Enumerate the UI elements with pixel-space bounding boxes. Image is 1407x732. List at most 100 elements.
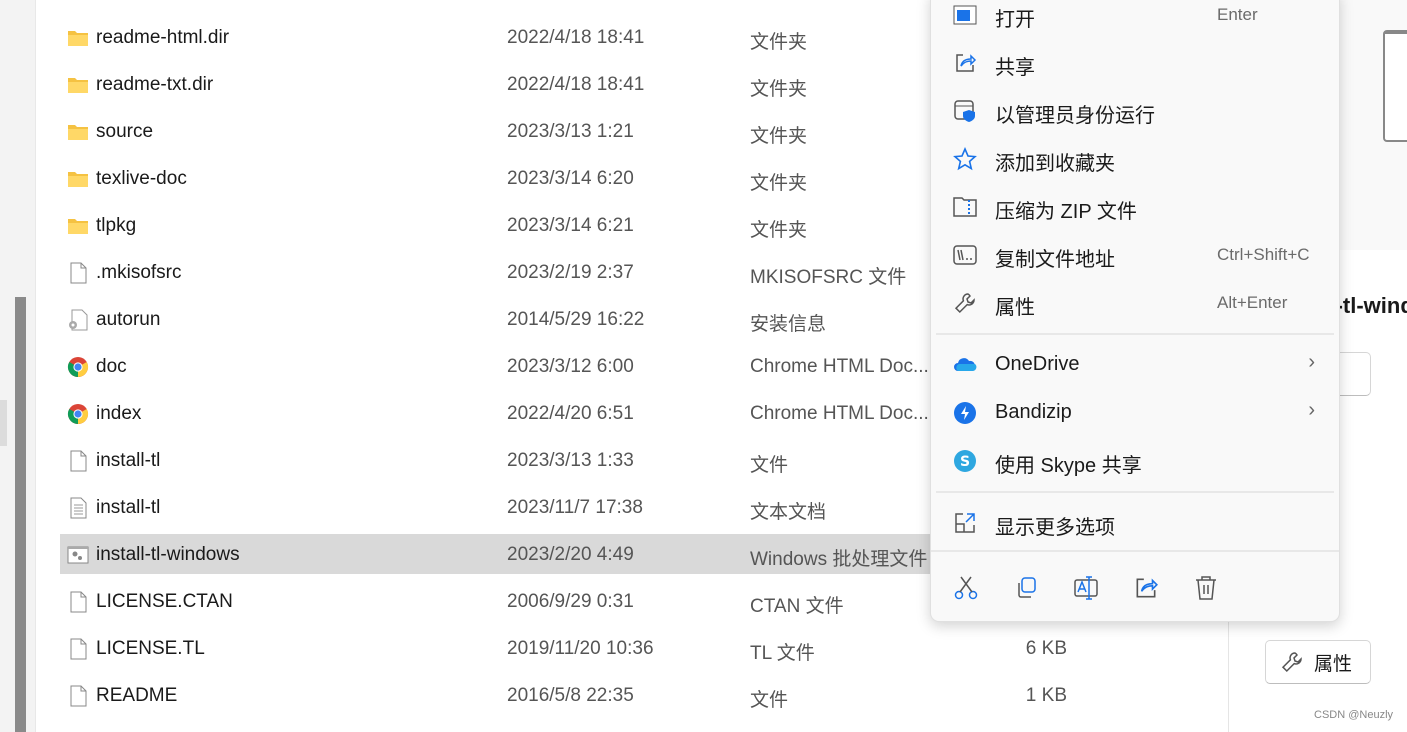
file-name: autorun	[96, 309, 161, 330]
rename-button[interactable]	[1073, 575, 1099, 601]
delete-icon	[1193, 575, 1219, 601]
file-date: 2023/3/14 6:20	[507, 168, 634, 189]
file-name: tlpkg	[96, 215, 137, 236]
file-type: Windows 批处理文件	[750, 549, 928, 570]
file-size: 1 KB	[1025, 685, 1067, 706]
menu-item-shortcut: Ctrl+Shift+C	[1217, 245, 1310, 264]
file-name: texlive-doc	[96, 168, 187, 189]
svg-text:S: S	[960, 454, 970, 470]
file-type: 文件夹	[750, 126, 808, 147]
cut-button[interactable]	[953, 575, 979, 601]
file-date: 2023/2/20 4:49	[507, 544, 634, 565]
file-name: install-tl	[96, 450, 161, 471]
file-type: 文件	[750, 455, 789, 476]
rename-icon	[1073, 575, 1099, 601]
menu-item[interactable]: 以管理员身份运行	[931, 89, 1339, 133]
file-type: CTAN 文件	[750, 596, 844, 617]
file-type: 安装信息	[750, 314, 827, 335]
bandizip-icon	[953, 401, 977, 425]
menu-item-app[interactable]: OneDrive ›	[931, 343, 1339, 387]
chrome-icon	[67, 356, 89, 378]
file-date: 2022/4/18 18:41	[507, 27, 645, 48]
pane-resize-handle[interactable]	[0, 400, 7, 446]
menu-item[interactable]: 打开 Enter	[931, 0, 1339, 37]
nav-scrollbar[interactable]	[15, 297, 26, 732]
menu-separator	[931, 550, 1339, 552]
setup-info-icon	[67, 309, 89, 331]
file-preview-thumbnail	[1383, 30, 1407, 142]
file-name: .mkisofsrc	[96, 262, 182, 283]
delete-button[interactable]	[1193, 575, 1219, 601]
details-properties-button[interactable]: 属性	[1265, 640, 1371, 684]
watermark: CSDN @Neuzly	[1314, 709, 1394, 721]
chevron-right-icon: ›	[1308, 399, 1315, 421]
copy-icon	[1013, 575, 1039, 601]
menu-item-label: Bandizip	[995, 401, 1072, 423]
file-date: 2023/3/14 6:21	[507, 215, 634, 236]
menu-separator	[936, 333, 1334, 335]
file-type: 文件夹	[750, 173, 808, 194]
file-name: readme-html.dir	[96, 27, 230, 48]
file-date: 2023/3/12 6:00	[507, 356, 634, 377]
file-type: Chrome HTML Doc...	[750, 403, 928, 424]
file-type: 文件	[750, 690, 789, 711]
show-more-options[interactable]: 显示更多选项	[931, 501, 1339, 545]
file-type: Chrome HTML Doc...	[750, 356, 928, 377]
show-more-icon	[953, 511, 977, 535]
file-size: 6 KB	[1025, 638, 1067, 659]
file-date: 2014/5/29 16:22	[507, 309, 645, 330]
share-button[interactable]	[1133, 575, 1159, 601]
menu-item-label: OneDrive	[995, 353, 1080, 375]
onedrive-icon	[953, 353, 977, 377]
menu-item[interactable]: 复制文件地址 Ctrl+Shift+C	[931, 233, 1339, 277]
menu-item[interactable]: 压缩为 ZIP 文件	[931, 185, 1339, 229]
file-date: 2023/3/13 1:21	[507, 121, 634, 142]
copy-button[interactable]	[1013, 575, 1039, 601]
run-as-admin-icon	[953, 99, 977, 123]
cut-icon	[953, 575, 979, 601]
folder-icon	[67, 121, 89, 143]
wrench-icon	[953, 291, 977, 315]
copy-path-icon	[953, 243, 977, 267]
menu-item-label: 添加到收藏夹	[995, 153, 1115, 175]
file-date: 2006/9/29 0:31	[507, 591, 634, 612]
menu-item[interactable]: 共享	[931, 41, 1339, 85]
menu-item-shortcut: Enter	[1217, 5, 1258, 24]
folder-icon	[67, 168, 89, 190]
folder-icon	[67, 27, 89, 49]
file-name: source	[96, 121, 154, 142]
file-icon	[67, 638, 89, 660]
file-name: README	[96, 685, 178, 706]
file-date: 2019/11/20 10:36	[507, 638, 654, 659]
file-date: 2022/4/20 6:51	[507, 403, 634, 424]
menu-item-app[interactable]: S 使用 Skype 共享	[931, 439, 1339, 483]
menu-item-app[interactable]: Bandizip ›	[931, 391, 1339, 435]
open-icon	[953, 3, 977, 27]
menu-item[interactable]: 添加到收藏夹	[931, 137, 1339, 181]
menu-item[interactable]: 属性 Alt+Enter	[931, 281, 1339, 325]
file-row[interactable]: LICENSE.TL 2019/11/20 10:36 TL 文件 6 KB	[60, 628, 1228, 668]
file-name: LICENSE.CTAN	[96, 591, 233, 612]
file-date: 2023/2/19 2:37	[507, 262, 634, 283]
menu-item-label: 复制文件地址	[995, 249, 1115, 271]
file-name: doc	[96, 356, 127, 377]
context-menu: 打开 Enter 共享以管理员身份运行 添加到收藏夹压缩为 ZIP 文件复制文件地址 C…	[930, 0, 1340, 622]
menu-item-label: 以管理员身份运行	[995, 105, 1155, 127]
file-date: 2023/11/7 17:38	[507, 497, 643, 518]
chrome-icon	[67, 403, 89, 425]
menu-item-label: 显示更多选项	[995, 517, 1115, 539]
skype-icon: S	[953, 449, 977, 473]
file-type: MKISOFSRC 文件	[750, 267, 907, 288]
file-type: 文件夹	[750, 32, 808, 53]
zip-icon	[953, 195, 977, 219]
file-name: install-tl	[96, 497, 161, 518]
file-type: 文件夹	[750, 79, 808, 100]
share-icon	[953, 51, 977, 75]
file-type: TL 文件	[750, 643, 815, 664]
file-row[interactable]: README 2016/5/8 22:35 文件 1 KB	[60, 675, 1228, 715]
file-type: 文件夹	[750, 220, 808, 241]
share-icon	[1133, 575, 1159, 601]
file-name: LICENSE.TL	[96, 638, 205, 659]
star-icon	[953, 146, 977, 171]
file-icon	[67, 685, 89, 707]
